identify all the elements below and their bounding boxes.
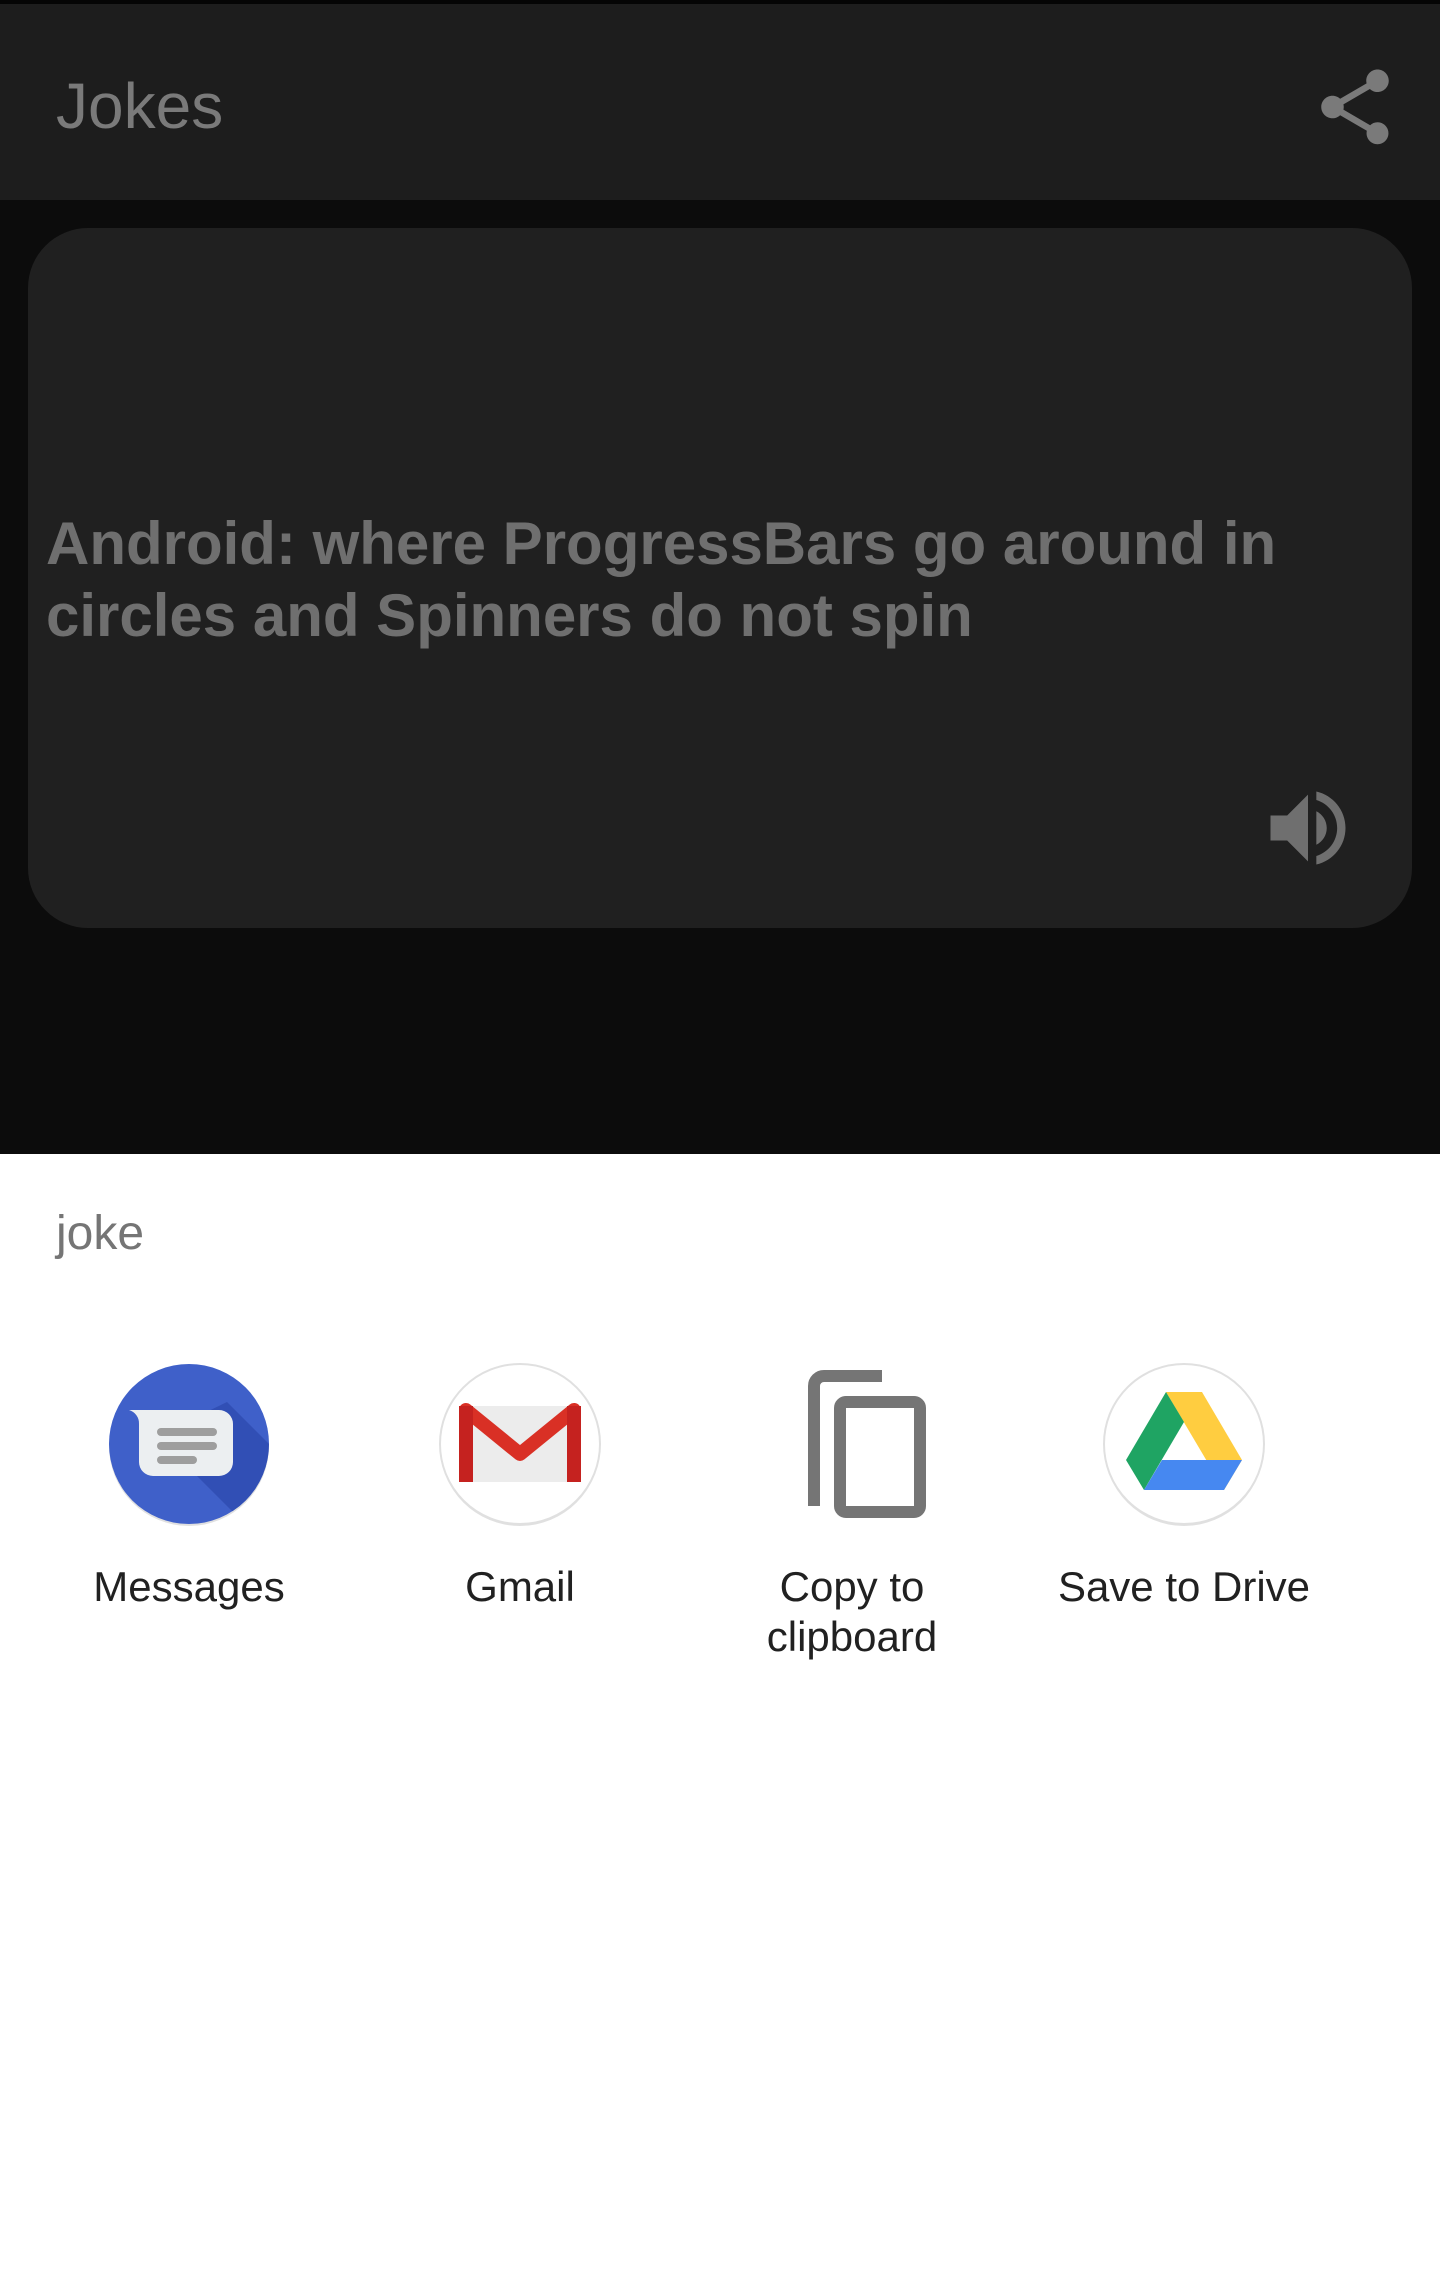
share-target-gmail[interactable]: Gmail xyxy=(350,1362,690,1682)
drive-icon xyxy=(1102,1362,1266,1526)
joke-text: Android: where ProgressBars go around in… xyxy=(46,510,1277,649)
messages-icon xyxy=(107,1362,271,1526)
joke-card: Android: where ProgressBars go around in… xyxy=(28,228,1412,928)
app-content: Android: where ProgressBars go around in… xyxy=(0,200,1440,1154)
speaker-icon[interactable] xyxy=(1258,778,1358,878)
share-target-label: Gmail xyxy=(465,1563,575,1610)
share-target-messages[interactable]: Messages xyxy=(19,1362,359,1682)
share-target-label: Copy to clipboard xyxy=(766,1563,938,1660)
share-target-label: Save to Drive xyxy=(1057,1563,1311,1610)
share-targets: Messages Gmail Copy to clipboard Save to… xyxy=(0,1362,1440,1682)
share-sheet-title: joke xyxy=(56,1207,145,1260)
share-sheet: joke Messages Gmail Copy to clipboard Sa… xyxy=(0,1154,1440,2296)
gmail-icon xyxy=(438,1362,602,1526)
app-bar: Jokes xyxy=(0,0,1440,200)
share-target-save-to-drive[interactable]: Save to Drive xyxy=(1014,1362,1354,1682)
screen: Jokes Android: where ProgressBars go aro… xyxy=(0,0,1440,2296)
share-icon[interactable] xyxy=(1310,62,1400,152)
share-target-label: Messages xyxy=(93,1563,285,1610)
app-title: Jokes xyxy=(56,70,224,142)
share-target-copy-to-clipboard[interactable]: Copy to clipboard xyxy=(682,1362,1022,1682)
copy-icon xyxy=(770,1362,934,1526)
